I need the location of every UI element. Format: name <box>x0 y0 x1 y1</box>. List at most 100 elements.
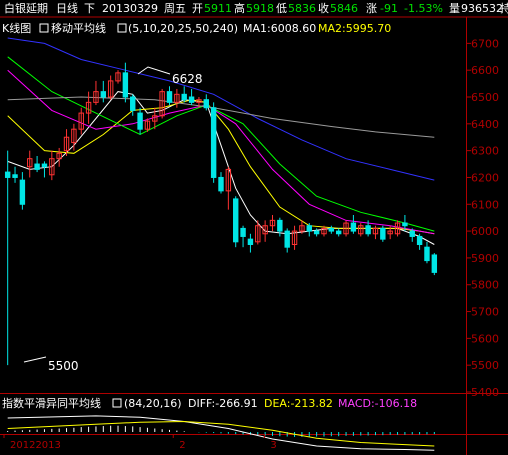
candle <box>159 88 165 119</box>
candle-body <box>12 174 18 178</box>
checkbox-icon[interactable] <box>112 398 122 408</box>
y-tick-label: 6100 <box>471 198 499 211</box>
candle <box>137 107 143 135</box>
candle <box>130 94 136 116</box>
candle-body <box>181 93 187 101</box>
candle <box>416 233 423 250</box>
candle-body <box>431 254 438 273</box>
candle <box>269 215 276 232</box>
candle-body <box>218 176 224 192</box>
candle-body <box>19 179 26 205</box>
kline-panel-title: K线图 移动平均线 (5,10,20,25,50,240) MA1:6008.6… <box>2 21 391 35</box>
candle <box>93 80 99 106</box>
change-value: -91 <box>380 2 398 15</box>
candle-body <box>284 230 290 248</box>
low-annotation: 5500 <box>48 359 79 373</box>
candle <box>291 225 298 250</box>
candle <box>328 225 335 234</box>
direction-label: 下 <box>84 2 95 15</box>
chart-frame <box>0 16 508 455</box>
candle <box>34 156 40 173</box>
candle-body <box>122 72 129 98</box>
candle-body <box>365 225 371 235</box>
candle-body <box>416 235 423 245</box>
ma-indicator-params: (5,10,20,25,50,240) <box>128 22 238 35</box>
high-label: 高 <box>234 1 245 15</box>
dea-line <box>7 420 435 447</box>
candle <box>225 166 232 210</box>
ma-indicator-name: 移动平均线 <box>51 21 106 35</box>
checkbox-icon[interactable] <box>117 23 127 33</box>
candle <box>210 102 217 183</box>
x-axis: 20122013 2 3 <box>3 434 277 451</box>
candle-body <box>41 163 48 168</box>
candle-body <box>130 96 136 111</box>
candle <box>284 228 290 253</box>
x-tick-label: 3 <box>270 440 276 451</box>
candle-body <box>233 198 239 243</box>
open-value: 5911 <box>204 2 232 15</box>
candle <box>188 88 195 106</box>
date-label: 20130329 <box>102 2 158 15</box>
candle <box>166 86 173 106</box>
candle <box>350 215 357 234</box>
y-tick-label: 5500 <box>471 359 499 372</box>
candle <box>358 223 364 237</box>
candle-body <box>402 222 408 227</box>
weekday-label: 周五 <box>164 2 186 15</box>
candle <box>277 217 283 237</box>
y-tick-label: 6500 <box>471 91 499 104</box>
extra-label: 持 <box>500 1 508 15</box>
open-label: 开 <box>192 2 203 15</box>
candle-body <box>328 227 335 232</box>
candle-body <box>137 112 143 130</box>
candle <box>107 75 114 100</box>
candle-body <box>240 227 246 237</box>
candle <box>203 94 209 111</box>
y-tick-label: 5600 <box>471 332 499 345</box>
candle <box>431 253 438 276</box>
high-value: 5918 <box>246 2 274 15</box>
ma10-line <box>7 99 435 235</box>
candle <box>4 150 11 366</box>
candle <box>100 80 107 103</box>
y-axis: 5400 5500 5600 5700 5800 5900 6000 6100 6200 6300… <box>467 37 499 399</box>
macd-panel <box>7 415 435 451</box>
dea-label: DEA:-213.82 <box>264 397 333 410</box>
candle-body <box>34 163 40 170</box>
macd-value-label: MACD:-106.18 <box>338 397 417 410</box>
low-marker-line <box>23 356 47 363</box>
candle-body <box>166 91 173 103</box>
x-tick-label: 20122013 <box>10 440 61 451</box>
candle <box>19 172 26 210</box>
y-tick-label: 5900 <box>471 252 499 265</box>
macd-params: (84,20,16) <box>124 397 182 410</box>
y-tick-label: 6600 <box>471 64 499 77</box>
low-value: 5836 <box>288 2 316 15</box>
y-tick-label: 5700 <box>471 306 499 319</box>
candle-body <box>335 230 342 235</box>
y-tick-label: 6000 <box>471 225 499 238</box>
volume-label: 量 <box>449 2 460 15</box>
annotations: 6628 5500 <box>23 66 203 373</box>
candle <box>233 196 239 248</box>
close-value: 5846 <box>330 2 358 15</box>
candle <box>387 225 393 240</box>
change-label: 涨 <box>366 2 377 15</box>
diff-label: DIFF:-266.91 <box>188 397 258 410</box>
candle-body <box>350 222 357 232</box>
checkbox-icon[interactable] <box>39 23 49 33</box>
ma1-label: MA1:6008.60 <box>243 22 316 35</box>
candle-body <box>380 227 386 240</box>
high-annotation: 6628 <box>172 72 203 86</box>
y-tick-label: 6400 <box>471 118 499 131</box>
low-label: 低 <box>276 2 287 15</box>
candle-body <box>277 219 283 232</box>
macd-label: 指数平滑异同平均线 <box>2 396 101 410</box>
y-tick-label: 6300 <box>471 145 499 158</box>
y-tick-label: 6200 <box>471 171 499 184</box>
instrument-name: 白银延期 <box>4 1 48 15</box>
y-tick-label: 5400 <box>471 386 499 399</box>
change-pct-value: -1.53% <box>404 2 443 15</box>
y-tick-label: 6700 <box>471 37 499 50</box>
